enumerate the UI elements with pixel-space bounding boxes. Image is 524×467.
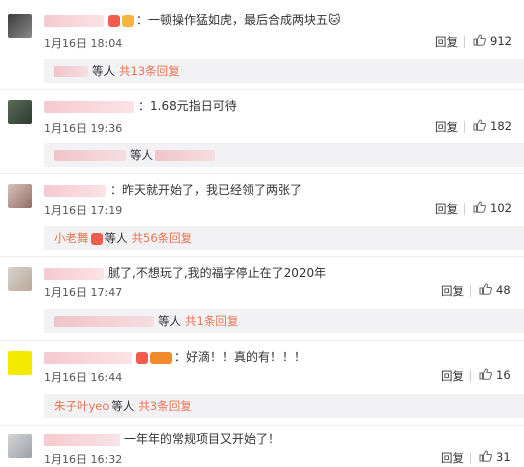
like-count: 912 bbox=[490, 34, 512, 48]
like-button[interactable]: 102 bbox=[473, 201, 512, 215]
username[interactable] bbox=[44, 433, 120, 446]
thumbs-up-icon bbox=[479, 368, 492, 380]
reply-etc-label: 等人 bbox=[104, 231, 128, 245]
replier-name[interactable] bbox=[54, 66, 88, 77]
level-badge-icon bbox=[136, 351, 148, 364]
thumbs-up-icon bbox=[473, 119, 486, 131]
replier-name[interactable]: 小老舞 bbox=[54, 231, 89, 245]
reply-summary[interactable]: 等人 共13条回复 bbox=[44, 59, 524, 83]
cat-emoji-icon: 🐱 bbox=[328, 13, 341, 27]
comment-feed: ：一顿操作猛如虎，最后合成两块五🐱 1月16日 18:04 回复 912 等人共… bbox=[0, 0, 524, 466]
reply-count-link[interactable]: 共56条回复 bbox=[132, 231, 193, 245]
replier-name[interactable] bbox=[54, 316, 154, 327]
reply-button[interactable]: 回复 bbox=[441, 283, 464, 299]
comment-text: ：好滴！！真的有！！！ bbox=[174, 350, 307, 364]
avatar[interactable] bbox=[8, 267, 32, 291]
reply-button[interactable]: 回复 bbox=[441, 368, 464, 384]
comment-divider bbox=[0, 173, 524, 174]
comment-text: ：一顿操作猛如虎，最后合成两块五 bbox=[136, 13, 329, 27]
comment-date: 1月16日 19:36 bbox=[44, 122, 123, 135]
reply-count-link[interactable]: 共3条回复 bbox=[138, 399, 191, 413]
comment-text: 一年年的常规项目又开始了！ bbox=[124, 432, 281, 446]
like-count: 102 bbox=[490, 201, 512, 215]
reply-count-link[interactable] bbox=[155, 150, 215, 161]
comment-date: 1月16日 17:47 bbox=[44, 286, 123, 299]
divider bbox=[464, 36, 465, 48]
like-button[interactable]: 48 bbox=[479, 283, 511, 297]
reply-summary[interactable]: 朱子叶yeo 等人 共3条回复 bbox=[44, 394, 524, 418]
divider bbox=[464, 121, 465, 133]
like-count: 182 bbox=[490, 119, 512, 133]
reply-button[interactable]: 回复 bbox=[435, 201, 458, 217]
like-button[interactable]: 31 bbox=[479, 450, 511, 464]
comment-date: 1月16日 16:44 bbox=[44, 371, 123, 384]
thumbs-up-icon bbox=[473, 34, 486, 46]
username[interactable] bbox=[44, 100, 134, 113]
reply-summary[interactable]: 等人 bbox=[44, 143, 524, 167]
reply-etc-label: 等人 bbox=[111, 399, 135, 413]
avatar[interactable] bbox=[8, 100, 32, 124]
reply-etc-label: 等人 bbox=[92, 64, 115, 78]
thumbs-up-icon bbox=[473, 201, 486, 213]
comment-divider bbox=[0, 425, 524, 426]
reply-button[interactable]: 回复 bbox=[435, 34, 458, 50]
avatar[interactable] bbox=[8, 434, 32, 458]
fan-badge-icon bbox=[122, 14, 134, 27]
like-count: 31 bbox=[496, 450, 511, 464]
replier-name[interactable]: 朱子叶yeo bbox=[54, 399, 109, 413]
replier-name[interactable] bbox=[54, 150, 126, 161]
avatar[interactable] bbox=[8, 14, 32, 38]
comment-text: 腻了,不想玩了,我的福字停止在了2020年 bbox=[108, 266, 327, 280]
avatar[interactable] bbox=[8, 184, 32, 208]
fan-badge-icon bbox=[90, 232, 103, 245]
divider bbox=[470, 370, 471, 382]
divider bbox=[470, 452, 471, 464]
divider bbox=[470, 285, 471, 297]
reply-etc-label: 等人 bbox=[130, 148, 153, 162]
like-button[interactable]: 912 bbox=[473, 34, 512, 48]
reply-button[interactable]: 回复 bbox=[435, 119, 458, 135]
like-button[interactable]: 16 bbox=[479, 368, 511, 382]
comment-divider bbox=[0, 89, 524, 90]
reply-summary[interactable]: 等人 共1条回复 bbox=[44, 309, 524, 333]
username[interactable] bbox=[44, 267, 104, 280]
like-count: 48 bbox=[496, 283, 511, 297]
comment-divider bbox=[0, 256, 524, 257]
username[interactable] bbox=[44, 14, 104, 27]
comment-date: 1月16日 16:32 bbox=[44, 453, 123, 466]
reply-summary[interactable]: 小老舞 等人 共56条回复 bbox=[44, 226, 524, 250]
like-count: 16 bbox=[496, 368, 511, 382]
comment-divider bbox=[0, 340, 524, 341]
avatar[interactable] bbox=[8, 351, 32, 375]
vip-badge-icon bbox=[150, 351, 172, 364]
reply-count-link[interactable]: 共1条回复 bbox=[185, 314, 238, 328]
reply-count-link[interactable]: 共13条回复 bbox=[119, 64, 180, 78]
thumbs-up-icon bbox=[479, 283, 492, 295]
like-button[interactable]: 182 bbox=[473, 119, 512, 133]
comment-text: ：1.68元指日可待 bbox=[138, 99, 237, 113]
username[interactable] bbox=[44, 184, 106, 197]
comment-date: 1月16日 17:19 bbox=[44, 204, 123, 217]
level-badge-icon bbox=[108, 14, 120, 27]
comment-date: 1月16日 18:04 bbox=[44, 37, 123, 50]
comment-text: ：昨天就开始了，我已经领了两张了 bbox=[110, 183, 303, 197]
reply-etc-label: 等人 bbox=[158, 314, 181, 328]
username[interactable] bbox=[44, 351, 132, 364]
divider bbox=[464, 203, 465, 215]
thumbs-up-icon bbox=[479, 450, 492, 462]
